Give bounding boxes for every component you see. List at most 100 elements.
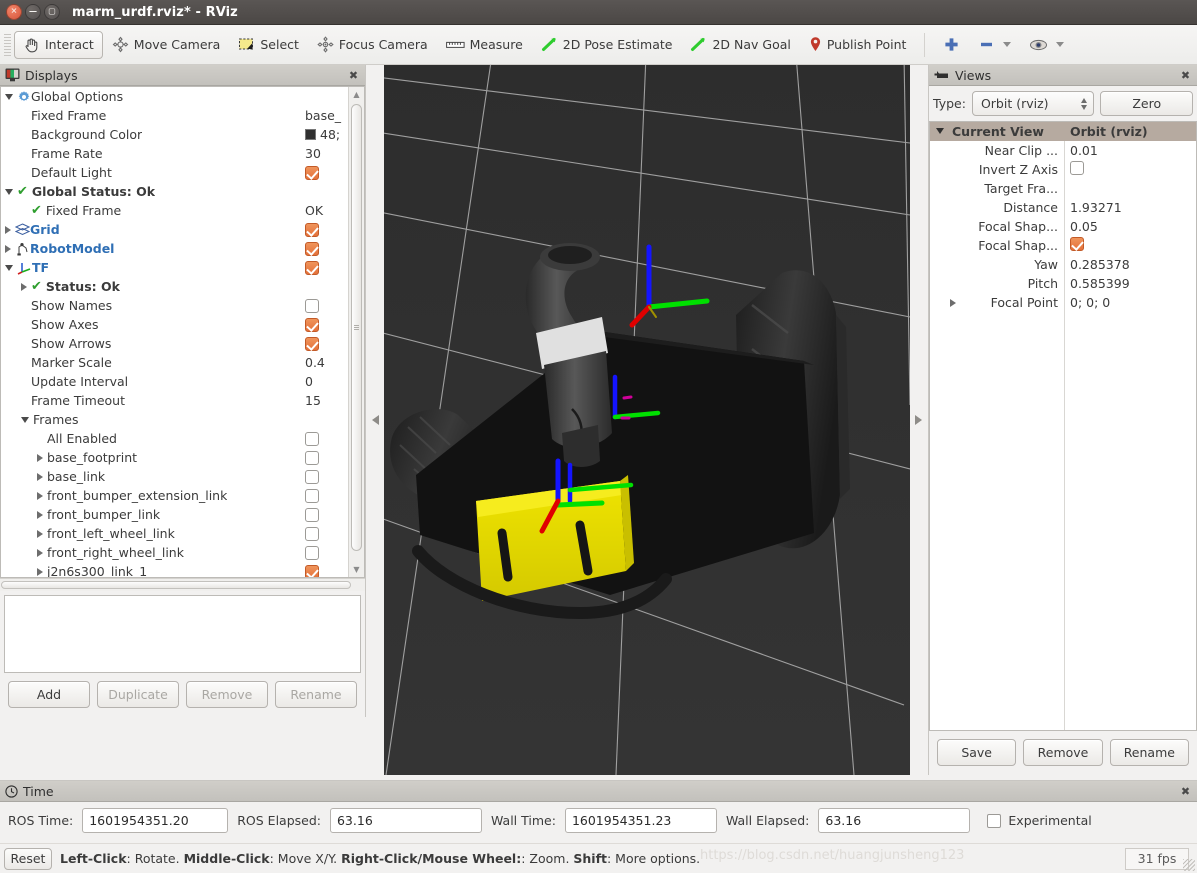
add-display-button[interactable]: Add <box>8 681 90 708</box>
display-tree-row[interactable]: ✔ Status: Ok <box>1 277 345 296</box>
tool-2d-nav-goal[interactable]: 2D Nav Goal <box>681 31 799 59</box>
row-value-cell[interactable] <box>305 239 351 258</box>
remove-display-button[interactable]: Remove <box>186 681 268 708</box>
expander-collapse-icon[interactable] <box>936 128 944 134</box>
left-panel-collapse-handle[interactable] <box>367 65 384 775</box>
row-value-cell[interactable]: 48; <box>305 125 351 144</box>
row-value[interactable]: 0.4 <box>305 355 325 370</box>
views-tree-row[interactable]: Near Clip ... 0.01 <box>930 141 1196 160</box>
row-value-cell[interactable]: 0.05 <box>1064 219 1098 234</box>
expander-expand-icon[interactable] <box>37 529 43 538</box>
rename-display-button[interactable]: Rename <box>275 681 357 708</box>
row-value[interactable]: 1.93271 <box>1070 200 1122 215</box>
row-value[interactable]: 0.05 <box>1070 219 1098 234</box>
window-maximize-button[interactable]: ▢ <box>44 4 60 20</box>
remove-tool-button[interactable] <box>969 31 1020 59</box>
display-tree-row[interactable]: j2n6s300_link_1 <box>1 562 345 577</box>
row-checkbox[interactable] <box>305 222 319 237</box>
row-checkbox[interactable] <box>305 317 319 332</box>
expander-expand-icon[interactable] <box>37 491 43 500</box>
expander-expand-icon[interactable] <box>5 225 11 234</box>
display-tree-row[interactable]: Frame Timeout 15 <box>1 391 345 410</box>
expander-expand-icon[interactable] <box>37 453 43 462</box>
views-tree-row[interactable]: Distance 1.93271 <box>930 198 1196 217</box>
row-checkbox[interactable] <box>305 450 319 465</box>
visibility-tool-button[interactable] <box>1020 31 1073 59</box>
row-value-cell[interactable] <box>305 448 351 467</box>
display-tree-row[interactable]: Show Names <box>1 296 345 315</box>
display-tree-row[interactable]: front_left_wheel_link <box>1 524 345 543</box>
tool-measure[interactable]: Measure <box>437 31 532 59</box>
row-value-cell[interactable]: 0 <box>305 372 351 391</box>
reset-button[interactable]: Reset <box>4 847 52 870</box>
right-panel-collapse-handle[interactable] <box>910 65 927 775</box>
display-tree-row[interactable]: Default Light <box>1 163 345 182</box>
display-tree-row[interactable]: Background Color 48; <box>1 125 345 144</box>
row-value-cell[interactable] <box>305 524 351 543</box>
toolbar-drag-handle[interactable] <box>2 33 12 56</box>
row-value-cell[interactable] <box>305 410 351 429</box>
views-tree-row[interactable]: Invert Z Axis <box>930 160 1196 179</box>
row-value-cell[interactable]: 30 <box>305 144 351 163</box>
expander-expand-icon[interactable] <box>21 282 27 291</box>
scroll-up-icon[interactable]: ▲ <box>349 87 364 102</box>
row-value-cell[interactable] <box>305 87 351 106</box>
row-value[interactable]: OK <box>305 203 323 218</box>
expander-expand-icon[interactable] <box>5 244 11 253</box>
scrollbar-thumb[interactable] <box>351 104 362 551</box>
tool-interact[interactable]: Interact <box>14 30 103 59</box>
close-icon[interactable]: ✖ <box>347 69 360 82</box>
ros-elapsed-field[interactable]: 63.16 <box>329 808 482 833</box>
row-checkbox[interactable] <box>305 469 319 484</box>
resize-grip[interactable] <box>1183 859 1195 871</box>
row-value-cell[interactable] <box>305 220 351 239</box>
expander-collapse-icon[interactable] <box>5 93 13 100</box>
row-checkbox[interactable] <box>305 564 319 577</box>
tool-publish-point[interactable]: Publish Point <box>800 31 916 59</box>
ros-time-field[interactable]: 1601954351.20 <box>82 808 229 833</box>
chevron-down-icon[interactable] <box>1003 42 1012 47</box>
tool-move-camera[interactable]: Move Camera <box>103 31 230 59</box>
display-tree-row[interactable]: RobotModel <box>1 239 345 258</box>
scrollbar-thumb[interactable] <box>1 581 352 589</box>
row-value-cell[interactable] <box>305 296 351 315</box>
display-tree-row[interactable]: base_footprint <box>1 448 345 467</box>
row-checkbox[interactable] <box>305 336 319 351</box>
duplicate-display-button[interactable]: Duplicate <box>97 681 179 708</box>
row-value-cell[interactable]: base_ <box>305 106 351 125</box>
display-tree-row[interactable]: TF <box>1 258 345 277</box>
row-value-cell[interactable]: 0.285378 <box>1064 257 1130 272</box>
display-tree-row[interactable]: front_bumper_link <box>1 505 345 524</box>
rename-view-button[interactable]: Rename <box>1109 739 1189 766</box>
expander-expand-icon[interactable] <box>37 548 43 557</box>
row-value-cell[interactable] <box>305 429 351 448</box>
wall-time-field[interactable]: 1601954351.23 <box>564 808 717 833</box>
zero-view-button[interactable]: Zero <box>1100 91 1193 116</box>
row-value-cell[interactable]: 15 <box>305 391 351 410</box>
row-value-cell[interactable]: 0.585399 <box>1064 276 1130 291</box>
row-checkbox[interactable] <box>305 488 319 503</box>
views-tree-row[interactable]: Yaw 0.285378 <box>930 255 1196 274</box>
displays-horizontal-scrollbar[interactable] <box>0 578 365 591</box>
row-value-cell[interactable]: 0; 0; 0 <box>1064 295 1110 310</box>
row-checkbox[interactable] <box>1070 237 1084 251</box>
row-checkbox[interactable] <box>305 431 319 446</box>
wall-elapsed-field[interactable]: 63.16 <box>818 808 971 833</box>
row-value-cell[interactable] <box>305 182 351 201</box>
row-value[interactable]: 0 <box>305 374 313 389</box>
close-icon[interactable]: ✖ <box>1179 785 1192 798</box>
scroll-down-icon[interactable]: ▼ <box>349 562 364 577</box>
row-value-cell[interactable]: 0.01 <box>1064 143 1098 158</box>
row-value-cell[interactable]: 1.93271 <box>1064 200 1122 215</box>
row-value-cell[interactable]: 0.4 <box>305 353 351 372</box>
row-checkbox[interactable] <box>305 260 319 275</box>
row-value[interactable]: 0.585399 <box>1070 276 1130 291</box>
display-tree-row[interactable]: Show Axes <box>1 315 345 334</box>
row-value-cell[interactable] <box>305 505 351 524</box>
views-tree-row[interactable]: Pitch 0.585399 <box>930 274 1196 293</box>
row-checkbox[interactable] <box>305 545 319 560</box>
display-tree-row[interactable]: front_right_wheel_link <box>1 543 345 562</box>
save-view-button[interactable]: Save <box>937 739 1017 766</box>
display-tree-row[interactable]: Grid <box>1 220 345 239</box>
row-value-cell[interactable]: OK <box>305 201 351 220</box>
